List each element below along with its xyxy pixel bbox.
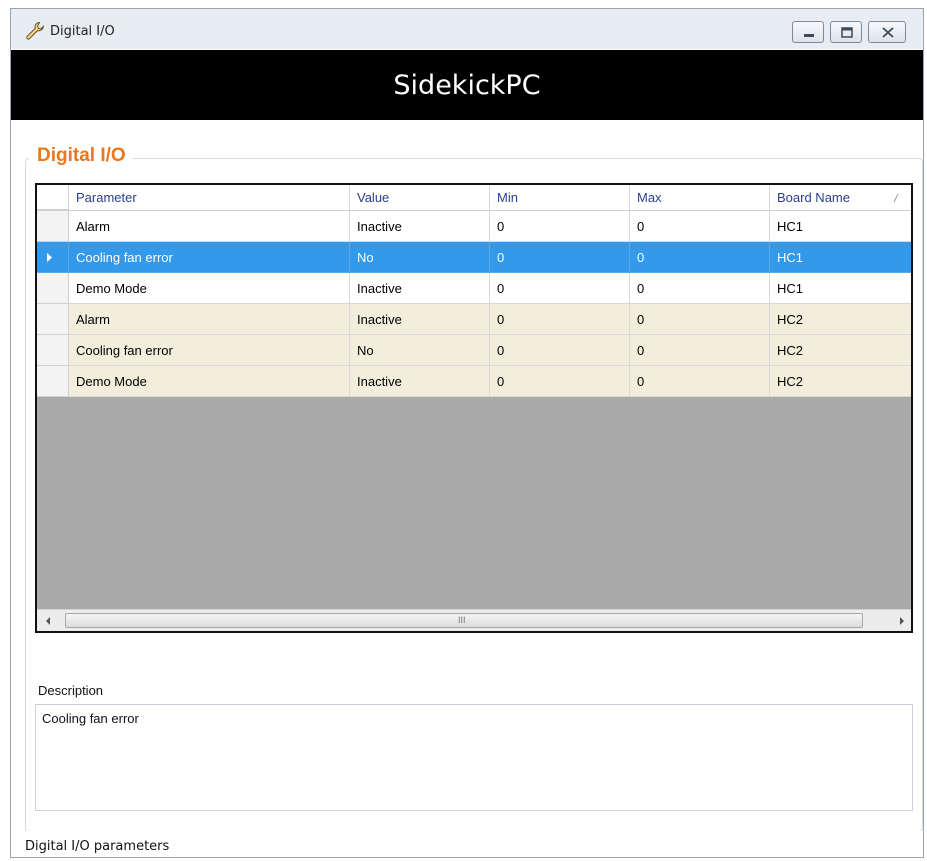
cell-max[interactable]: 0 bbox=[630, 273, 770, 304]
cell-value[interactable]: No bbox=[350, 242, 490, 273]
scroll-right-arrow-icon[interactable] bbox=[897, 615, 907, 627]
row-header[interactable] bbox=[37, 335, 69, 366]
maximize-icon bbox=[841, 27, 853, 38]
digital-io-window: Digital I/O SidekickPC Digital I/O Param… bbox=[10, 8, 924, 858]
cell-board-name[interactable]: HC2 bbox=[770, 304, 911, 335]
header-corner bbox=[37, 185, 69, 210]
row-header[interactable] bbox=[37, 273, 69, 304]
title-bar[interactable]: Digital I/O bbox=[11, 9, 923, 49]
cell-max[interactable]: 0 bbox=[630, 242, 770, 273]
status-text: Digital I/O parameters bbox=[25, 839, 170, 854]
cell-value[interactable]: Inactive bbox=[350, 211, 490, 242]
app-banner: SidekickPC bbox=[11, 50, 923, 120]
cell-value[interactable]: No bbox=[350, 335, 490, 366]
cell-parameter[interactable]: Alarm bbox=[69, 304, 350, 335]
window-title: Digital I/O bbox=[50, 24, 115, 39]
cell-max[interactable]: 0 bbox=[630, 366, 770, 397]
cell-min[interactable]: 0 bbox=[490, 242, 630, 273]
description-box[interactable]: Cooling fan error bbox=[35, 704, 913, 811]
cell-parameter[interactable]: Demo Mode bbox=[69, 366, 350, 397]
cell-min[interactable]: 0 bbox=[490, 366, 630, 397]
table-row[interactable]: Demo Mode Inactive 0 0 HC1 bbox=[37, 273, 911, 304]
column-header-board-name[interactable]: Board Name bbox=[770, 185, 911, 210]
minimize-icon bbox=[804, 34, 814, 37]
cell-min[interactable]: 0 bbox=[490, 211, 630, 242]
cell-parameter[interactable]: Demo Mode bbox=[69, 273, 350, 304]
cell-board-name[interactable]: HC1 bbox=[770, 211, 911, 242]
row-header[interactable] bbox=[37, 242, 69, 273]
scrollbar-thumb[interactable]: III bbox=[65, 613, 863, 628]
cell-parameter[interactable]: Cooling fan error bbox=[69, 242, 350, 273]
column-header-board-name-label: Board Name bbox=[777, 190, 850, 205]
maximize-button[interactable] bbox=[830, 21, 862, 43]
close-icon bbox=[882, 27, 894, 38]
table-row[interactable]: Alarm Inactive 0 0 HC1 bbox=[37, 211, 911, 242]
row-header[interactable] bbox=[37, 304, 69, 335]
scrollbar-grip: III bbox=[458, 615, 466, 625]
row-header[interactable] bbox=[37, 366, 69, 397]
current-row-arrow-icon bbox=[47, 253, 52, 262]
grid-header: Parameter Value Min Max Board Name bbox=[37, 185, 911, 211]
cell-max[interactable]: 0 bbox=[630, 335, 770, 366]
status-bar: Digital I/O parameters bbox=[11, 831, 923, 857]
description-text: Cooling fan error bbox=[42, 711, 139, 726]
cell-min[interactable]: 0 bbox=[490, 304, 630, 335]
row-header[interactable] bbox=[37, 211, 69, 242]
cell-board-name[interactable]: HC1 bbox=[770, 273, 911, 304]
table-row[interactable]: Demo Mode Inactive 0 0 HC2 bbox=[37, 366, 911, 397]
column-header-max[interactable]: Max bbox=[630, 185, 770, 210]
table-row[interactable]: Alarm Inactive 0 0 HC2 bbox=[37, 304, 911, 335]
cell-parameter[interactable]: Cooling fan error bbox=[69, 335, 350, 366]
cell-max[interactable]: 0 bbox=[630, 211, 770, 242]
cell-min[interactable]: 0 bbox=[490, 335, 630, 366]
table-row[interactable]: Cooling fan error No 0 0 HC2 bbox=[37, 335, 911, 366]
description-label: Description bbox=[38, 683, 104, 698]
column-header-parameter[interactable]: Parameter bbox=[69, 185, 350, 210]
sort-indicator-icon bbox=[893, 193, 899, 203]
wrench-icon bbox=[26, 21, 44, 40]
table-row-selected[interactable]: Cooling fan error No 0 0 HC1 bbox=[37, 242, 911, 273]
minimize-button[interactable] bbox=[792, 21, 824, 43]
cell-max[interactable]: 0 bbox=[630, 304, 770, 335]
cell-board-name[interactable]: HC2 bbox=[770, 366, 911, 397]
scroll-left-arrow-icon[interactable] bbox=[43, 615, 53, 627]
close-button[interactable] bbox=[868, 21, 906, 43]
cell-parameter[interactable]: Alarm bbox=[69, 211, 350, 242]
parameter-grid[interactable]: Parameter Value Min Max Board Name Alarm… bbox=[35, 183, 913, 633]
group-title: Digital I/O bbox=[29, 145, 132, 167]
cell-board-name[interactable]: HC2 bbox=[770, 335, 911, 366]
cell-board-name[interactable]: HC1 bbox=[770, 242, 911, 273]
app-title: SidekickPC bbox=[393, 70, 541, 101]
cell-value[interactable]: Inactive bbox=[350, 304, 490, 335]
column-header-min[interactable]: Min bbox=[490, 185, 630, 210]
cell-value[interactable]: Inactive bbox=[350, 273, 490, 304]
horizontal-scrollbar[interactable]: III bbox=[37, 609, 911, 631]
cell-min[interactable]: 0 bbox=[490, 273, 630, 304]
cell-value[interactable]: Inactive bbox=[350, 366, 490, 397]
column-header-value[interactable]: Value bbox=[350, 185, 490, 210]
